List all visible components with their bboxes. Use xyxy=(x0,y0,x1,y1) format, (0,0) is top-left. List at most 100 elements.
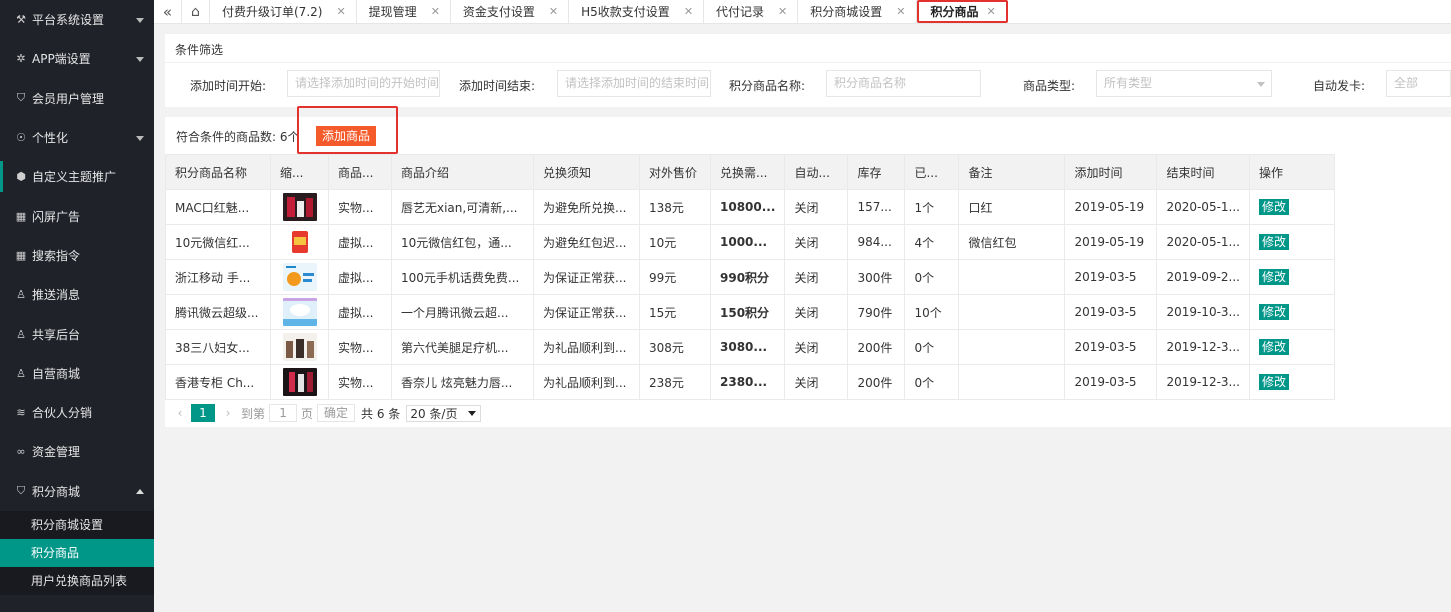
sidebar-subitem-points-mall-settings[interactable]: 积分商城设置 xyxy=(0,511,154,539)
tab[interactable]: 积分商城设置 ✕ xyxy=(798,0,917,23)
edit-button[interactable]: 修改 xyxy=(1258,304,1289,320)
sidebar-item[interactable]: ☉ 个性化 xyxy=(0,118,154,157)
sidebar-item-label: 合伙人分销 xyxy=(32,406,93,421)
palette-icon: ☉ xyxy=(16,131,26,145)
column-header: 添加时间 xyxy=(1064,154,1158,190)
cell-remark xyxy=(958,294,1066,330)
cell-points: 990积分 xyxy=(709,259,786,295)
shield-icon: ⛉ xyxy=(16,484,26,498)
cell-price: 10元 xyxy=(639,224,711,260)
cell-auto: 关闭 xyxy=(784,224,849,260)
add-goods-button[interactable]: 添加商品 xyxy=(316,126,377,146)
divider xyxy=(165,62,1451,63)
cell-intro: 100元手机话费免费... xyxy=(391,259,534,295)
cell-name: 腾讯微云超级... xyxy=(165,294,271,330)
close-icon[interactable]: ✕ xyxy=(778,5,787,18)
cell-price: 99元 xyxy=(639,259,711,295)
tab[interactable]: 付费升级订单(7.2) ✕ xyxy=(210,0,357,23)
cell-notice: 为避免所兑换... xyxy=(533,189,640,225)
edit-button[interactable]: 修改 xyxy=(1258,269,1289,285)
tab[interactable]: 资金支付设置 ✕ xyxy=(451,0,570,23)
cell-added: 2019-05-19 xyxy=(1064,224,1158,260)
end-time-label: 添加时间结束: xyxy=(459,79,536,93)
prev-page-button[interactable]: ‹ xyxy=(171,406,189,420)
close-icon[interactable]: ✕ xyxy=(336,5,345,18)
cell-sold: 0个 xyxy=(904,259,960,295)
page-size-select[interactable]: 20 条/页 xyxy=(406,404,482,422)
sidebar-item[interactable]: ♙ 共享后台 xyxy=(0,314,154,353)
sidebar-subitem-points-goods[interactable]: 积分商品 xyxy=(0,538,154,567)
collapse-sidebar-button[interactable]: « xyxy=(154,0,182,23)
current-page[interactable]: 1 xyxy=(191,404,215,422)
cell-end: 2019-12-3... xyxy=(1156,329,1250,365)
sidebar-item[interactable]: ▦ 搜索指令 xyxy=(0,236,154,275)
product-thumbnail xyxy=(283,263,328,291)
cell-name: 10元微信红... xyxy=(165,224,271,260)
sidebar-item[interactable]: ✲ APP端设置 xyxy=(0,39,154,78)
cell-stock: 157... xyxy=(847,189,906,225)
sidebar-item[interactable]: ♙ 自营商城 xyxy=(0,354,154,393)
goto-page-input[interactable]: 1 xyxy=(269,404,298,422)
close-icon[interactable]: ✕ xyxy=(549,5,558,18)
next-page-button[interactable]: › xyxy=(219,406,237,420)
column-header: 库存 xyxy=(847,154,906,190)
sidebar-item[interactable]: ≋ 合伙人分销 xyxy=(0,393,154,432)
table-row: MAC口红魅... 实物... 唇艺无xian,可清新,... 为避免所兑换... 13… xyxy=(165,189,1335,225)
edit-button[interactable]: 修改 xyxy=(1258,199,1289,215)
cell-intro: 一个月腾讯微云超... xyxy=(391,294,534,330)
cell-sold: 0个 xyxy=(904,364,960,400)
cell-intro: 第六代美腿足疗机... xyxy=(391,329,534,365)
edit-button[interactable]: 修改 xyxy=(1258,374,1289,390)
cell-name: 浙江移动 手... xyxy=(165,259,271,295)
thumbnail-cell xyxy=(270,189,329,225)
tab-label: H5收款支付设置 xyxy=(581,5,670,19)
column-header: 结束时间 xyxy=(1156,154,1250,190)
goods-name-input[interactable]: 积分商品名称 xyxy=(826,70,981,97)
tab[interactable]: 提现管理 ✕ xyxy=(357,0,451,23)
tab-points-goods-active[interactable]: 积分商品 ✕ xyxy=(916,0,1008,23)
cell-type: 虚拟... xyxy=(328,259,392,295)
cell-auto: 关闭 xyxy=(784,364,849,400)
column-header: 商品介绍 xyxy=(391,154,534,190)
tab[interactable]: H5收款支付设置 ✕ xyxy=(569,0,705,23)
cell-points: 3080... xyxy=(709,329,786,365)
sidebar-item-label: 自营商城 xyxy=(32,366,81,381)
cell-stock: 200件 xyxy=(847,329,906,365)
cell-remark xyxy=(958,259,1066,295)
sidebar-item[interactable]: ∞ 资金管理 xyxy=(0,432,154,471)
sidebar-item-label: 共享后台 xyxy=(32,327,81,342)
table-row: 10元微信红... 虚拟... 10元微信红包，通... 为避免红包迟... 10元 10… xyxy=(165,224,1335,260)
sidebar-item[interactable]: ⚒ 平台系统设置 xyxy=(0,0,154,39)
page-size-value: 20 条/页 xyxy=(410,406,458,421)
goods-type-label: 商品类型: xyxy=(1023,79,1076,93)
confirm-page-button[interactable]: 确定 xyxy=(317,404,356,422)
start-time-input[interactable]: 请选择添加时间的开始时间 xyxy=(287,70,440,97)
edit-button[interactable]: 修改 xyxy=(1258,234,1289,250)
sidebar-item[interactable]: ⛉ 积分商城 xyxy=(0,472,154,511)
column-header: 对外售价 xyxy=(639,154,711,190)
grid-icon: ▦ xyxy=(15,248,27,262)
sidebar-item-label: 推送消息 xyxy=(32,288,81,303)
product-thumbnail xyxy=(283,228,328,256)
cell-auto: 关闭 xyxy=(784,329,849,365)
close-icon[interactable]: ✕ xyxy=(896,5,905,18)
column-header: 操作 xyxy=(1248,154,1335,190)
close-icon[interactable]: ✕ xyxy=(987,5,996,18)
goods-type-select[interactable]: 所有类型 xyxy=(1096,70,1272,97)
end-time-input[interactable]: 请选择添加时间的结束时间 xyxy=(557,70,711,97)
edit-button[interactable]: 修改 xyxy=(1258,339,1289,355)
column-header: 自动... xyxy=(784,154,849,190)
tab[interactable]: 代付记录 ✕ xyxy=(704,0,799,23)
close-icon[interactable]: ✕ xyxy=(431,5,440,18)
sidebar-item[interactable]: ▦ 闪屏广告 xyxy=(0,196,154,235)
close-icon[interactable]: ✕ xyxy=(684,5,693,18)
home-tab[interactable]: ⌂ xyxy=(182,0,210,23)
column-header: 商品... xyxy=(328,154,392,190)
sidebar-item[interactable]: ⬢ 自定义主题推广 xyxy=(0,157,154,196)
sidebar-item[interactable]: ♙ 推送消息 xyxy=(0,275,154,314)
pagination: ‹ 1 › 到第 1 页 确定 共 6 条 20 条/页 xyxy=(165,401,482,425)
sidebar-item-label: 个性化 xyxy=(32,131,69,146)
auto-card-select[interactable]: 全部 xyxy=(1386,70,1451,97)
sidebar-item[interactable]: ⛉ 会员用户管理 xyxy=(0,79,154,118)
sidebar-subitem-redeem-list[interactable]: 用户兑换商品列表 xyxy=(0,567,154,595)
